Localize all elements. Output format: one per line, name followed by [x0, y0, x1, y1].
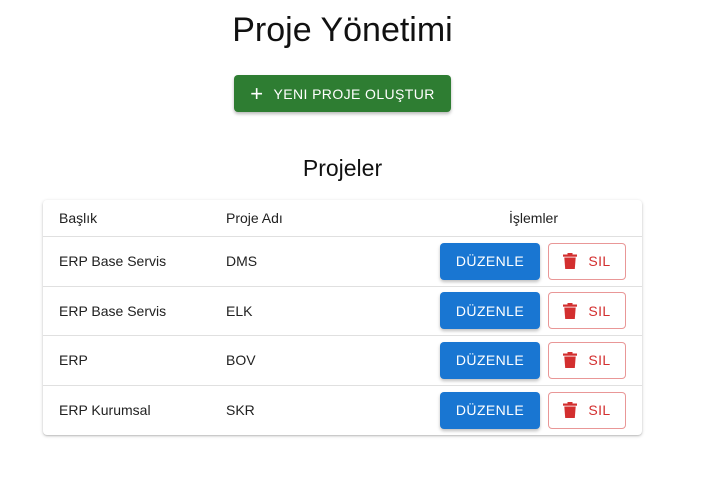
delete-button[interactable]: SIL: [548, 341, 626, 379]
delete-button[interactable]: SIL: [548, 292, 626, 330]
delete-button[interactable]: SIL: [548, 242, 626, 280]
edit-button[interactable]: DÜZENLE: [440, 242, 540, 280]
projects-table: Başlık Proje Adı İşlemler ERP Base Servi…: [43, 200, 642, 435]
table-row: ERP Base Servis DMS DÜZENLE SIL: [43, 237, 642, 287]
page-title: Proje Yönetimi: [232, 11, 453, 49]
row-actions: DÜZENLE SIL: [440, 336, 626, 385]
project-name-cell: SKR: [226, 402, 255, 419]
row-actions: DÜZENLE SIL: [440, 386, 626, 436]
table-row: ERP BOV DÜZENLE SIL: [43, 336, 642, 386]
project-title-cell: ERP: [59, 352, 88, 369]
trash-icon: [563, 302, 578, 319]
project-name-cell: DMS: [226, 253, 258, 270]
delete-button-label: SIL: [588, 352, 611, 369]
delete-button-label: SIL: [588, 402, 611, 419]
project-title-cell: ERP Base Servis: [59, 302, 167, 319]
delete-button[interactable]: SIL: [548, 391, 626, 429]
project-name-cell: BOV: [226, 352, 256, 369]
column-header-actions: İşlemler: [509, 210, 559, 226]
projects-section-title: Projeler: [302, 155, 383, 181]
trash-icon: [563, 352, 578, 369]
project-title-cell: ERP Kurumsal: [59, 402, 151, 419]
column-header-project-name: Proje Adı: [226, 210, 283, 226]
project-management-page: Proje Yönetimi + YENI PROJE OLUŞTUR Proj…: [0, 0, 707, 501]
row-actions: DÜZENLE SIL: [440, 287, 626, 336]
create-project-button-label: YENI PROJE OLUŞTUR: [273, 85, 435, 102]
edit-button[interactable]: DÜZENLE: [440, 292, 540, 330]
table-header-row: Başlık Proje Adı İşlemler: [43, 200, 642, 237]
column-header-title: Başlık: [59, 210, 98, 226]
create-project-button[interactable]: + YENI PROJE OLUŞTUR: [234, 75, 451, 112]
trash-icon: [563, 253, 578, 270]
delete-button-label: SIL: [588, 253, 611, 270]
edit-button[interactable]: DÜZENLE: [440, 391, 540, 429]
trash-icon: [563, 402, 578, 419]
project-name-cell: ELK: [226, 302, 253, 319]
table-row: ERP Base Servis ELK DÜZENLE SIL: [43, 287, 642, 336]
project-title-cell: ERP Base Servis: [59, 253, 167, 270]
table-row: ERP Kurumsal SKR DÜZENLE SIL: [43, 386, 642, 436]
delete-button-label: SIL: [588, 302, 611, 319]
row-actions: DÜZENLE SIL: [440, 237, 626, 286]
plus-icon: +: [250, 80, 264, 106]
edit-button[interactable]: DÜZENLE: [440, 341, 540, 379]
